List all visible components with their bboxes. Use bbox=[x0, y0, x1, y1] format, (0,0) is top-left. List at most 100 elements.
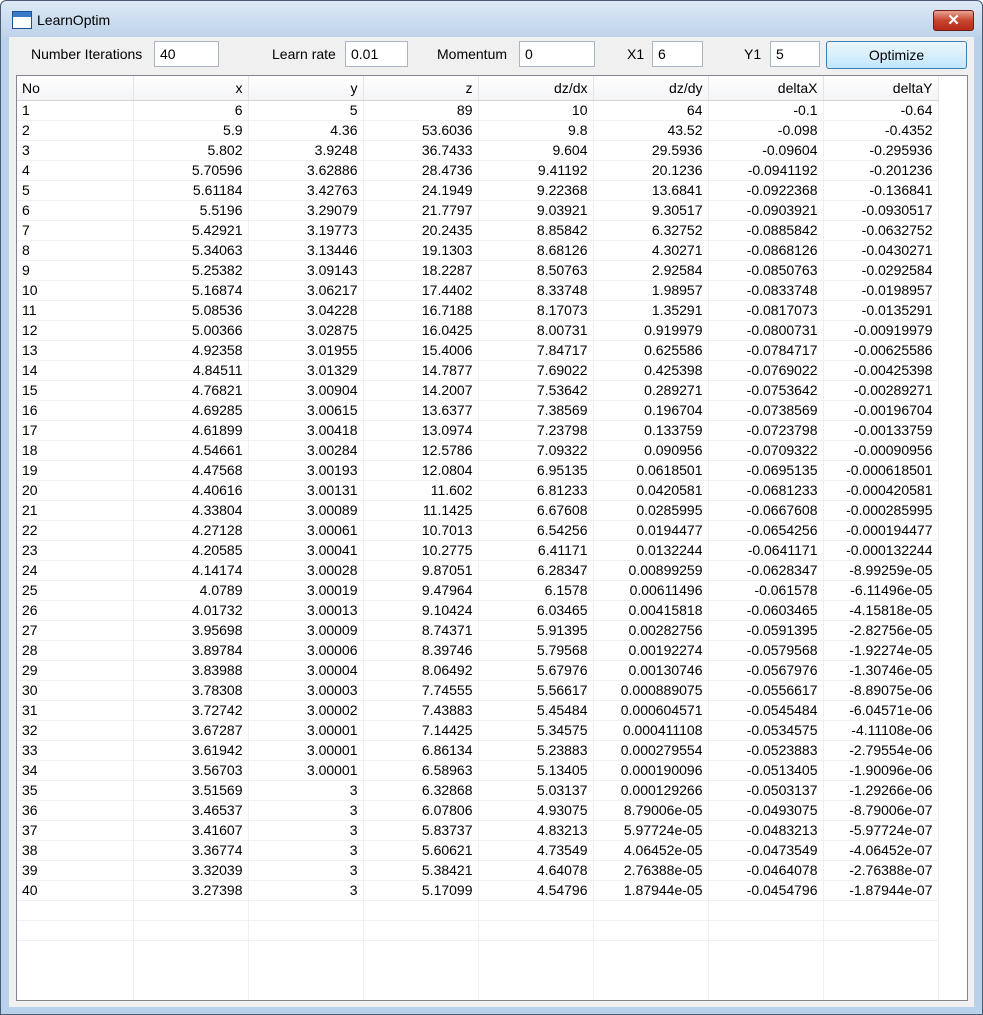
table-row[interactable]: 23 4.20585 3.00041 10.2775 6.41171 0.0132244-… bbox=[17, 540, 939, 561]
table-row[interactable]: 40 3.27398 3 5.17099 4.54796 1.87944e-05 -0.04… bbox=[17, 880, 939, 901]
table-cell: 28 bbox=[17, 640, 134, 661]
table-row[interactable]: 19 4.47568 3.00193 12.0804 6.95135 0.0618501-… bbox=[17, 460, 939, 481]
table-cell: 6 bbox=[133, 100, 249, 121]
x1-label: X1 bbox=[627, 46, 645, 62]
column-header-deltay[interactable]: deltaY bbox=[823, 76, 939, 101]
table-cell: 37 bbox=[17, 820, 134, 841]
table-cell: 3.02875 bbox=[248, 320, 364, 341]
table-row[interactable]: 33 3.61942 3.00001 6.86134 5.23883 0.00027955… bbox=[17, 740, 939, 761]
table-row[interactable]: 31 3.72742 3.00002 7.43883 5.45484 0.00060457… bbox=[17, 700, 939, 721]
table-row[interactable]: 24 4.14174 3.00028 9.87051 6.28347 0.00899259… bbox=[17, 560, 939, 581]
table-cell: -0.0628347 bbox=[708, 560, 824, 581]
table-row[interactable]: 12 5.00366 3.02875 16.0425 8.00731 0.919979 -0… bbox=[17, 320, 939, 341]
table-row[interactable]: 15 4.76821 3.00904 14.2007 7.53642 0.289271 -0… bbox=[17, 380, 939, 401]
table-row[interactable]: 38 3.36774 3 5.60621 4.73549 4.06452e-05 -0.04… bbox=[17, 840, 939, 861]
table-row[interactable]: 2 5.9 4.36 53.6036 9.8 43.52 -0.098 -0.4352 bbox=[17, 120, 939, 141]
column-header-y[interactable]: y bbox=[248, 76, 364, 101]
table-row[interactable]: 30 3.78308 3.00003 7.74555 5.56617 0.00088907… bbox=[17, 680, 939, 701]
column-header-z[interactable]: z bbox=[363, 76, 479, 101]
table-cell: 15.4006 bbox=[363, 340, 479, 361]
column-header-no[interactable]: No bbox=[17, 76, 134, 101]
table-row[interactable]: 1 6 5 89 10 64 -0.1 -0.64 bbox=[17, 100, 939, 121]
table-cell: -0.0833748 bbox=[708, 280, 824, 301]
table-cell: 0.000190096 bbox=[593, 760, 709, 781]
table-row[interactable]: 21 4.33804 3.00089 11.1425 6.67608 0.0285995-… bbox=[17, 500, 939, 521]
table-cell: 4.92358 bbox=[133, 340, 249, 361]
table-cell: -0.0922368 bbox=[708, 180, 824, 201]
title-bar[interactable]: LearnOptim ✕ bbox=[1, 1, 982, 37]
table-cell: 6 bbox=[17, 200, 134, 221]
table-row[interactable]: 8 5.34063 3.13446 19.1303 8.68126 4.30271 -0.0… bbox=[17, 240, 939, 261]
table-row[interactable]: 34 3.56703 3.00001 6.58963 5.13405 0.00019009… bbox=[17, 760, 939, 781]
table-row[interactable]: 25 4.0789 3.00019 9.47964 6.1578 0.00611496 -0… bbox=[17, 580, 939, 601]
table-cell: 3 bbox=[248, 860, 364, 881]
table-cell: 8 bbox=[17, 240, 134, 261]
table-cell: 4.0789 bbox=[133, 580, 249, 601]
table-row[interactable]: 39 3.32039 3 5.38421 4.64078 2.76388e-05 -0.04… bbox=[17, 860, 939, 881]
x1-input[interactable] bbox=[652, 41, 703, 67]
empty-cell bbox=[363, 920, 479, 941]
table-row[interactable]: 11 5.08536 3.04228 16.7188 8.17073 1.35291 -0.… bbox=[17, 300, 939, 321]
table-row[interactable]: 16 4.69285 3.00615 13.6377 7.38569 0.196704 -0… bbox=[17, 400, 939, 421]
table-cell: 0.625586 bbox=[593, 340, 709, 361]
table-row[interactable]: 3 5.802 3.9248 36.7433 9.604 29.5936 -0.09604-… bbox=[17, 140, 939, 161]
table-cell: 0.0618501 bbox=[593, 460, 709, 481]
results-grid[interactable]: No x y z dz/dx dz/dy deltaX deltaY 1 6 5 89… bbox=[16, 75, 968, 1001]
table-row[interactable]: 17 4.61899 3.00418 13.0974 7.23798 0.133759 -0… bbox=[17, 420, 939, 441]
table-cell: 6.32752 bbox=[593, 220, 709, 241]
table-cell: -0.0473549 bbox=[708, 840, 824, 861]
table-cell: 0.00282756 bbox=[593, 620, 709, 641]
table-row[interactable]: 4 5.70596 3.62886 28.4736 9.41192 20.1236 -0.0… bbox=[17, 160, 939, 181]
table-cell: -0.1 bbox=[708, 100, 824, 121]
table-cell: 9.47964 bbox=[363, 580, 479, 601]
table-cell: 3.72742 bbox=[133, 700, 249, 721]
table-cell: 0.0132244 bbox=[593, 540, 709, 561]
table-cell: 7 bbox=[17, 220, 134, 241]
table-row[interactable]: 14 4.84511 3.01329 14.7877 7.69022 0.425398 -0… bbox=[17, 360, 939, 381]
table-cell: -0.0567976 bbox=[708, 660, 824, 681]
table-cell: 5.00366 bbox=[133, 320, 249, 341]
table-cell: -0.000194477 bbox=[823, 520, 939, 541]
table-row[interactable]: 20 4.40616 3.00131 11.602 6.81233 0.0420581 -0… bbox=[17, 480, 939, 501]
table-row[interactable]: 6 5.5196 3.29079 21.7797 9.03921 9.30517 -0.09… bbox=[17, 200, 939, 221]
table-cell: 3.00001 bbox=[248, 760, 364, 781]
iterations-input[interactable] bbox=[154, 41, 219, 67]
table-row[interactable]: 13 4.92358 3.01955 15.4006 7.84717 0.625586 -0… bbox=[17, 340, 939, 361]
table-row[interactable]: 18 4.54661 3.00284 12.5786 7.09322 0.090956 -0… bbox=[17, 440, 939, 461]
table-cell: 2.92584 bbox=[593, 260, 709, 281]
table-cell: 3.27398 bbox=[133, 880, 249, 901]
table-row[interactable]: 26 4.01732 3.00013 9.10424 6.03465 0.00415818… bbox=[17, 600, 939, 621]
table-row[interactable]: 32 3.67287 3.00001 7.14425 5.34575 0.00041110… bbox=[17, 720, 939, 741]
table-row[interactable]: 27 3.95698 3.00009 8.74371 5.91395 0.00282756… bbox=[17, 620, 939, 641]
table-cell: -0.0483213 bbox=[708, 820, 824, 841]
table-row[interactable]: 36 3.46537 3 6.07806 4.93075 8.79006e-05 -0.04… bbox=[17, 800, 939, 821]
column-header-dzdy[interactable]: dz/dy bbox=[593, 76, 709, 101]
table-row[interactable]: 37 3.41607 3 5.83737 4.83213 5.97724e-05 -0.04… bbox=[17, 820, 939, 841]
optimize-button[interactable]: Optimize bbox=[826, 41, 967, 69]
momentum-input[interactable] bbox=[519, 41, 595, 67]
table-row[interactable]: 10 5.16874 3.06217 17.4402 8.33748 1.98957 -0.… bbox=[17, 280, 939, 301]
results-table: No x y z dz/dx dz/dy deltaX deltaY 1 6 5 89… bbox=[17, 76, 939, 941]
column-header-dzdx[interactable]: dz/dx bbox=[478, 76, 594, 101]
table-row[interactable]: 28 3.89784 3.00006 8.39746 5.79568 0.00192274… bbox=[17, 640, 939, 661]
table-cell: 9.604 bbox=[478, 140, 594, 161]
table-cell: 3.00089 bbox=[248, 500, 364, 521]
table-row[interactable]: 5 5.61184 3.42763 24.1949 9.22368 13.6841 -0.0… bbox=[17, 180, 939, 201]
table-cell: -0.0850763 bbox=[708, 260, 824, 281]
table-cell: 21 bbox=[17, 500, 134, 521]
table-cell: 12 bbox=[17, 320, 134, 341]
table-cell: 4.27128 bbox=[133, 520, 249, 541]
table-cell: 8.79006e-05 bbox=[593, 800, 709, 821]
learn-rate-input[interactable] bbox=[345, 41, 408, 67]
close-button[interactable]: ✕ bbox=[933, 10, 974, 31]
table-row[interactable]: 35 3.51569 3 6.32868 5.03137 0.000129266 -0.05… bbox=[17, 780, 939, 801]
column-header-x[interactable]: x bbox=[133, 76, 249, 101]
table-cell: 5 bbox=[248, 100, 364, 121]
table-row[interactable]: 22 4.27128 3.00061 10.7013 6.54256 0.0194477-… bbox=[17, 520, 939, 541]
table-cell: -0.0579568 bbox=[708, 640, 824, 661]
table-row[interactable]: 9 5.25382 3.09143 18.2287 8.50763 2.92584 -0.0… bbox=[17, 260, 939, 281]
column-header-deltax[interactable]: deltaX bbox=[708, 76, 824, 101]
table-row[interactable]: 7 5.42921 3.19773 20.2435 8.85842 6.32752 -0.0… bbox=[17, 220, 939, 241]
table-row[interactable]: 29 3.83988 3.00004 8.06492 5.67976 0.00130746… bbox=[17, 660, 939, 681]
y1-input[interactable] bbox=[770, 41, 820, 67]
